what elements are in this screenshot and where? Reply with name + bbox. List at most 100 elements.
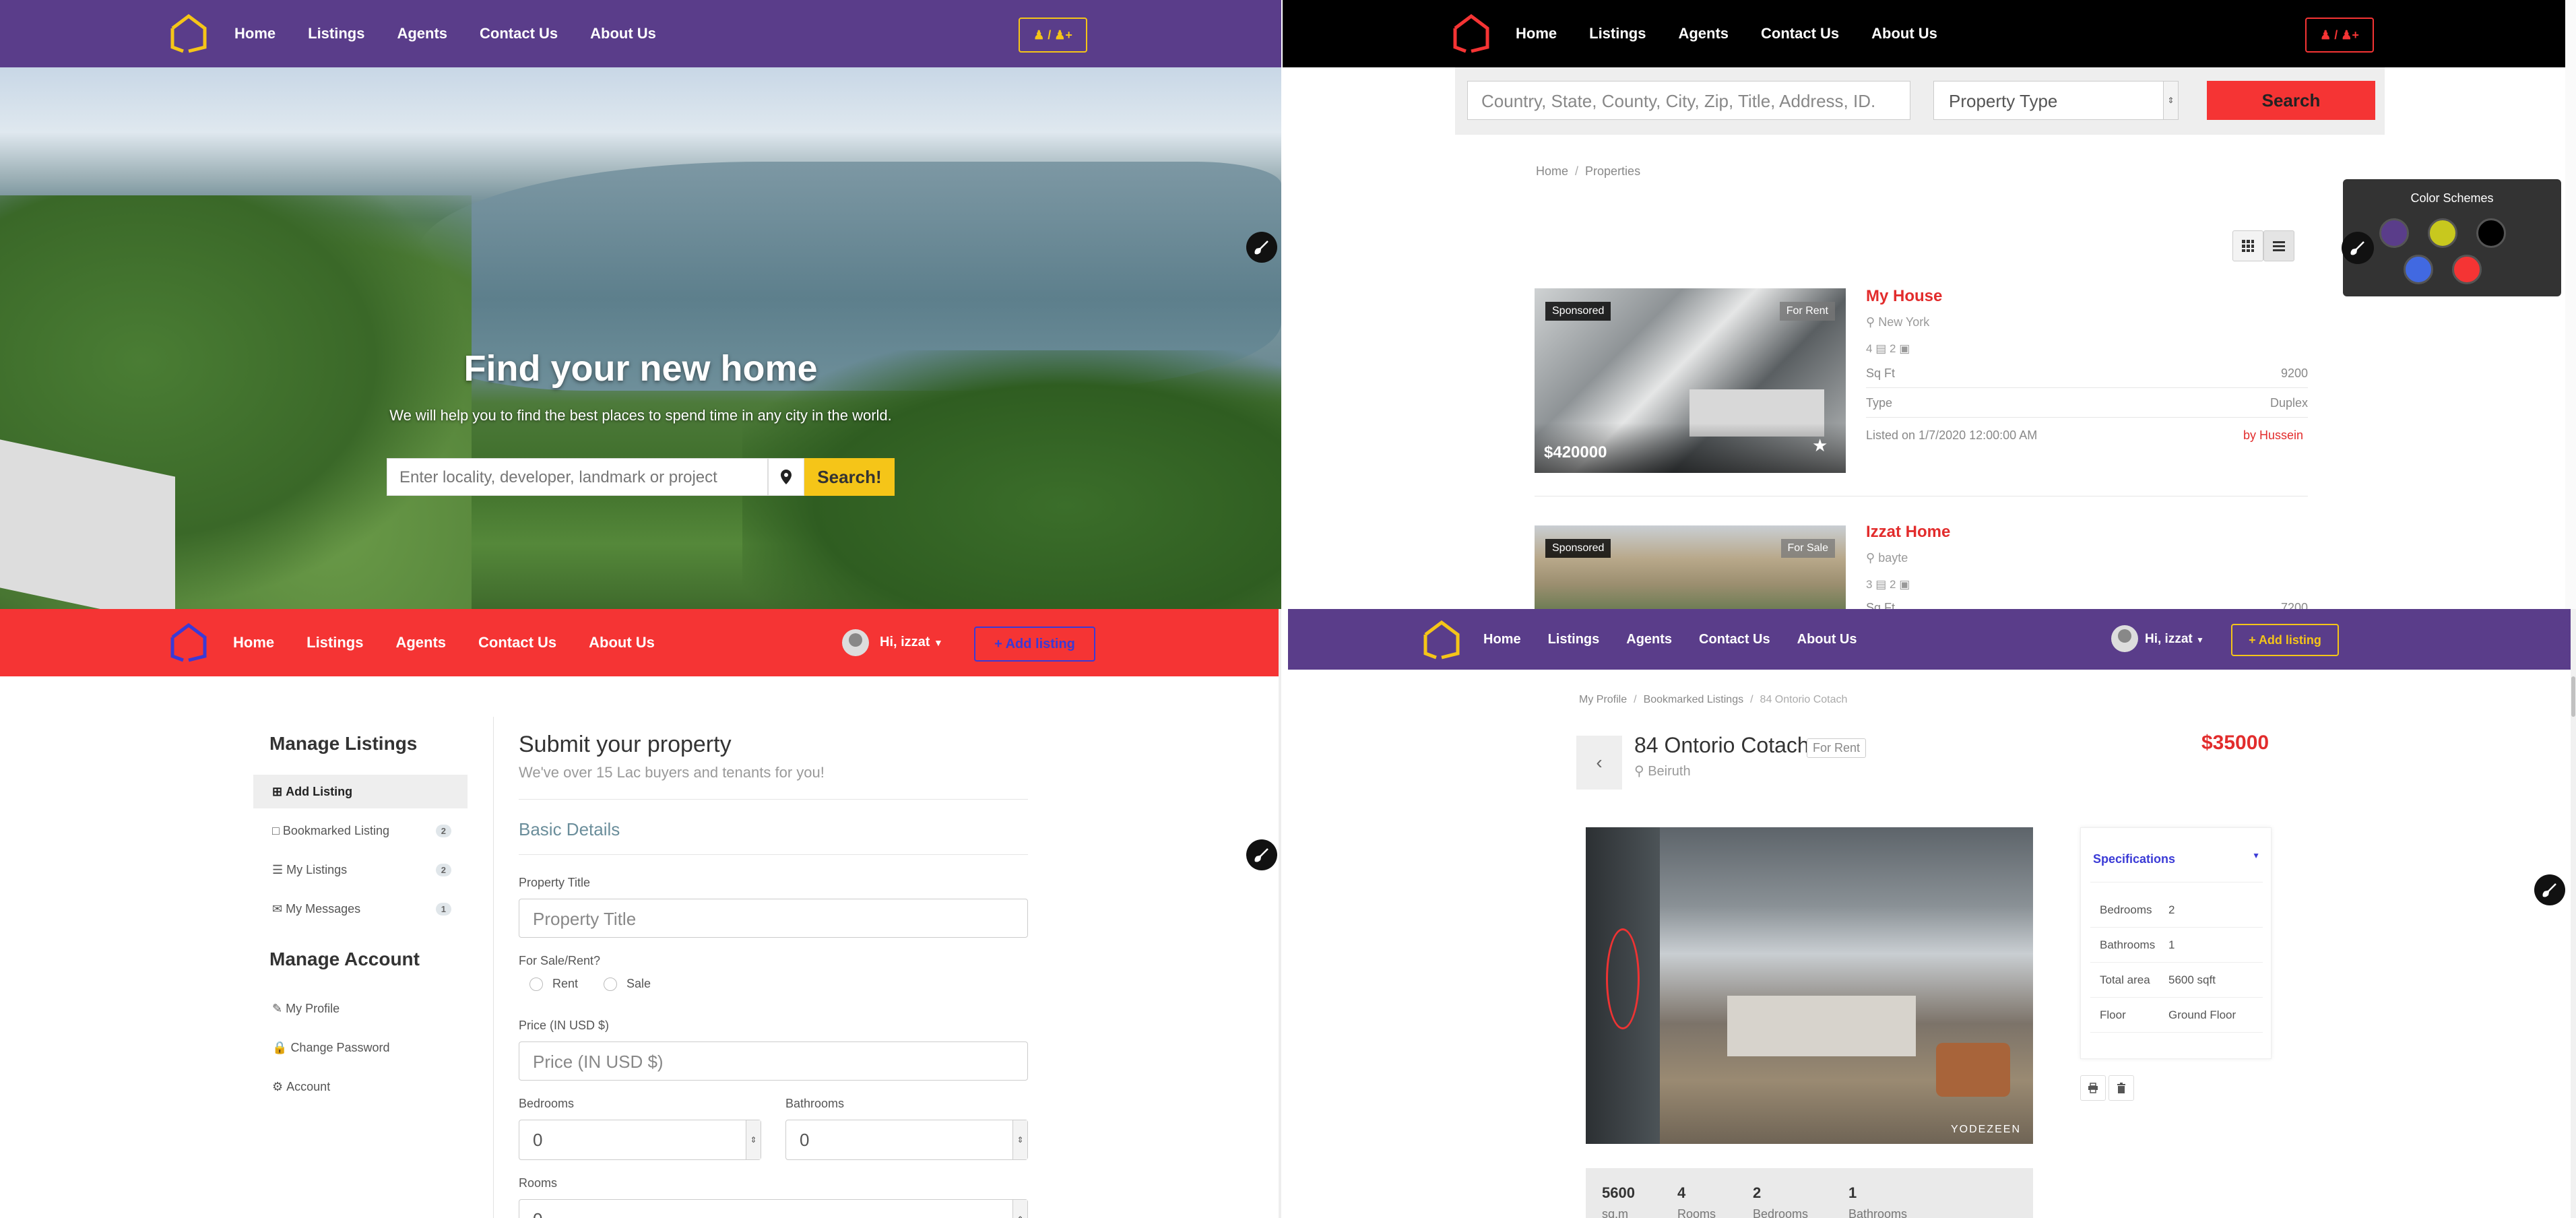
sidebar-item-account[interactable]: ⚙ Account [253, 1070, 468, 1103]
back-button[interactable]: ‹ [1576, 736, 1622, 790]
sidebar-item-my-messages[interactable]: ✉ My Messages 1 [253, 892, 468, 926]
location-search-input[interactable]: Country, State, County, City, Zip, Title… [1467, 81, 1910, 120]
rooms-label: Rooms [519, 1176, 558, 1190]
color-swatch-blue[interactable] [2404, 255, 2433, 284]
nav-home[interactable]: Home [1516, 25, 1557, 42]
stat-value: 4 [1677, 1184, 1686, 1201]
scrollbar[interactable] [1279, 609, 1281, 1218]
nav-listings[interactable]: Listings [1589, 25, 1646, 42]
scrollbar[interactable] [2565, 0, 2576, 609]
breadcrumb-my-profile[interactable]: My Profile [1579, 694, 1627, 705]
pencil-icon: ✎ [272, 1001, 283, 1015]
color-swatch-purple[interactable] [2379, 218, 2409, 248]
listing-title[interactable]: My House [1866, 287, 1942, 306]
bathrooms-select[interactable]: 0 ⇕ [785, 1120, 1028, 1160]
nav-about-us[interactable]: About Us [590, 25, 656, 42]
hero-subtitle: We will help you to find the best places… [389, 407, 892, 424]
rent-label: Rent [552, 977, 579, 990]
print-icon[interactable] [2080, 1075, 2106, 1101]
nav-listings[interactable]: Listings [307, 634, 363, 651]
sidebar-item-my-listings[interactable]: ☰ My Listings 2 [253, 853, 468, 887]
nav-agents[interactable]: Agents [395, 634, 446, 651]
add-listing-button[interactable]: + Add listing [2231, 624, 2339, 656]
divider [519, 799, 1028, 800]
location-pin-icon[interactable] [768, 458, 804, 496]
chevron-down-icon[interactable]: ▼ [2252, 851, 2260, 860]
nav-about-us[interactable]: About Us [1797, 632, 1857, 647]
nav-listings[interactable]: Listings [1548, 632, 1600, 647]
login-register-button[interactable]: ♟ / ♟+ [1019, 18, 1087, 53]
nav-about-us[interactable]: About Us [589, 634, 655, 651]
paint-brush-icon[interactable] [1246, 839, 1277, 870]
listing-author[interactable]: by Hussein [2243, 428, 2303, 443]
listing-main-image[interactable]: YODEZEEN [1586, 827, 2033, 1144]
navbar: Home Listings Agents Contact Us About Us… [1283, 0, 2576, 67]
nav-home[interactable]: Home [234, 25, 276, 42]
color-swatch-black[interactable] [2476, 218, 2506, 248]
listing-sqft-row: Sq Ft 9200 [1866, 366, 2308, 388]
nav-contact-us[interactable]: Contact Us [1761, 25, 1839, 42]
user-menu[interactable]: Hi, izzat ▼ [880, 635, 943, 650]
listing-date: Listed on 1/7/2020 12:00:00 AM [1866, 428, 2038, 442]
login-register-button[interactable]: ♟ / ♟+ [2305, 18, 2374, 53]
search-button[interactable]: Search [2207, 81, 2375, 120]
user-greeting: Hi, izzat [2145, 632, 2193, 646]
scrollbar-thumb[interactable] [2571, 676, 2575, 717]
logo-icon[interactable] [168, 12, 209, 55]
sale-radio[interactable]: Sale [604, 977, 651, 991]
price-input[interactable]: Price (IN USD $) [519, 1041, 1028, 1081]
nav-contact-us[interactable]: Contact Us [1699, 632, 1770, 647]
sidebar-item-change-password[interactable]: 🔒 Change Password [253, 1031, 468, 1064]
paint-brush-icon[interactable] [2534, 874, 2565, 905]
property-title-input[interactable]: Property Title [519, 899, 1028, 938]
sidebar-item-my-profile[interactable]: ✎ My Profile [253, 992, 468, 1025]
rooms-select[interactable]: 0⇕ [519, 1199, 1028, 1218]
listing-image[interactable]: Sponsored For Rent $420000 ★ [1535, 288, 1846, 473]
hero-title: Find your new home [463, 348, 818, 389]
hero-search-button[interactable]: Search! [804, 458, 895, 496]
avatar[interactable] [2111, 625, 2138, 652]
nav-agents[interactable]: Agents [397, 25, 447, 42]
sidebar-item-add-listing[interactable]: ⊞ Add Listing [253, 775, 468, 808]
listing-title: 84 Ontorio Cotach [1634, 733, 1809, 757]
user-menu[interactable]: Hi, izzat ▼ [2145, 632, 2204, 647]
bed-icon: ▤ [1875, 578, 1887, 591]
specs-title[interactable]: Specifications [2093, 852, 2175, 866]
stat-value: 5600 [1602, 1184, 1635, 1201]
nav-home[interactable]: Home [233, 634, 274, 651]
sqft-value: 9200 [2280, 366, 2308, 380]
paint-brush-icon[interactable] [2342, 232, 2374, 264]
breadcrumb-home[interactable]: Home [1536, 164, 1568, 178]
specifications-panel: Specifications ▼ Bedrooms 2 Bathrooms 1 To… [2080, 827, 2272, 1059]
bedrooms-select[interactable]: 0 ⇕ [519, 1120, 761, 1160]
logo-icon[interactable] [1451, 12, 1491, 55]
list-view-icon[interactable] [2263, 230, 2294, 261]
nav-agents[interactable]: Agents [1626, 632, 1672, 647]
add-listing-button[interactable]: + Add listing [974, 627, 1095, 662]
breadcrumb-properties[interactable]: Properties [1585, 164, 1640, 178]
nav-listings[interactable]: Listings [308, 25, 364, 42]
star-icon[interactable]: ★ [1812, 435, 1828, 456]
trash-icon[interactable] [2108, 1075, 2134, 1101]
breadcrumb-bookmarked[interactable]: Bookmarked Listings [1644, 694, 1744, 705]
grid-view-icon[interactable] [2232, 230, 2263, 261]
nav-home[interactable]: Home [1483, 632, 1521, 647]
paint-brush-icon[interactable] [1246, 232, 1277, 263]
color-swatch-red[interactable] [2452, 255, 2482, 284]
property-type-select[interactable]: Property Type ⇕ [1933, 81, 2179, 120]
nav-contact-us[interactable]: Contact Us [480, 25, 558, 42]
listing-location: ⚲ Beiruth [1634, 763, 1691, 779]
listing-title[interactable]: Izzat Home [1866, 523, 1950, 542]
nav-about-us[interactable]: About Us [1871, 25, 1937, 42]
scrollbar[interactable] [2571, 609, 2576, 1218]
logo-icon[interactable] [168, 621, 209, 664]
hero-search-input[interactable]: Enter locality, developer, landmark or p… [387, 458, 768, 496]
nav-contact-us[interactable]: Contact Us [478, 634, 556, 651]
rent-radio[interactable]: Rent [529, 977, 578, 991]
logo-icon[interactable] [1421, 618, 1462, 662]
color-swatch-olive[interactable] [2428, 218, 2457, 248]
avatar[interactable] [842, 629, 869, 656]
listing-image[interactable]: Sponsored For Sale [1535, 525, 1846, 609]
sidebar-item-bookmarked[interactable]: □ Bookmarked Listing 2 [253, 814, 468, 847]
nav-agents[interactable]: Agents [1678, 25, 1729, 42]
